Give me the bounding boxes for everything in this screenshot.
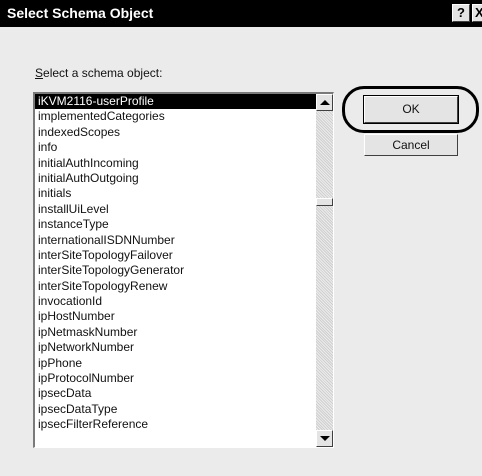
list-label-text: elect a schema object: [43,66,163,80]
list-item[interactable]: invocationId [35,294,317,309]
list-item[interactable]: ipsecFilterReference [35,417,317,432]
list-item[interactable]: indexedScopes [35,125,317,140]
list-item[interactable]: initials [35,186,317,201]
window-title: Select Schema Object [7,5,154,21]
scroll-thumb[interactable] [316,198,333,206]
list-item[interactable]: ipHostNumber [35,309,317,324]
list-item[interactable]: installUiLevel [35,202,317,217]
ok-button[interactable]: OK [363,95,459,124]
list-item[interactable]: implementedCategories [35,109,317,124]
list-item[interactable]: ipProtocolNumber [35,371,317,386]
arrow-up-icon [320,100,330,105]
list-label: Select a schema object: [35,66,162,80]
list-item[interactable]: iKVM2116-userProfile [35,94,317,110]
list-item[interactable]: internationalISDNNumber [35,233,317,248]
list-item[interactable]: ipsecDataType [35,402,317,417]
list-item[interactable]: interSiteTopologyGenerator [35,263,317,278]
arrow-down-icon [320,436,330,441]
list-item[interactable]: interSiteTopologyRenew [35,279,317,294]
scroll-up-button[interactable] [316,94,333,111]
list-item[interactable]: ipNetmaskNumber [35,325,317,340]
list-label-accelerator: S [35,66,44,80]
title-bar[interactable]: Select Schema Object ? X [0,0,482,27]
vertical-scrollbar[interactable] [316,94,333,447]
list-item[interactable]: ipNetworkNumber [35,340,317,355]
schema-object-list[interactable]: iKVM2116-userProfile implementedCategorie… [33,92,334,448]
list-items: iKVM2116-userProfile implementedCategorie… [35,94,317,433]
help-icon[interactable]: ? [452,4,470,22]
list-item[interactable]: ipPhone [35,356,317,371]
cancel-button[interactable]: Cancel [364,134,458,156]
list-item[interactable]: initialAuthOutgoing [35,171,317,186]
list-item[interactable]: initialAuthIncoming [35,156,317,171]
list-item[interactable]: instanceType [35,217,317,232]
close-icon[interactable]: X [472,4,482,22]
list-item[interactable]: info [35,140,317,155]
scroll-down-button[interactable] [316,430,333,447]
list-item[interactable]: ipsecData [35,386,317,401]
list-item[interactable]: interSiteTopologyFailover [35,248,317,263]
